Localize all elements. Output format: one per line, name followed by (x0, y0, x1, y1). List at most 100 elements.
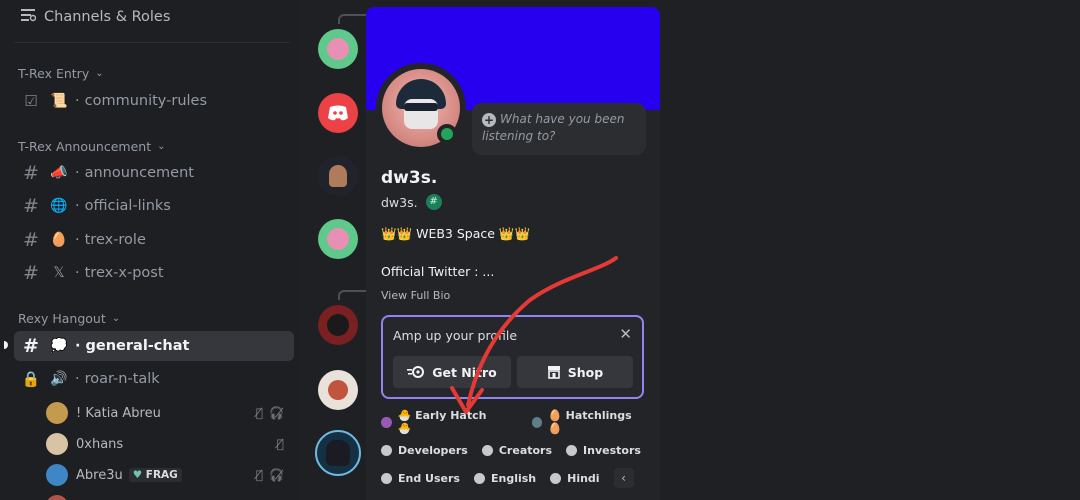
voice-status-icons: 🎙̸ (277, 437, 284, 451)
role-label: Hindi (567, 471, 600, 485)
voice-user[interactable] (46, 492, 294, 500)
voice-user[interactable]: Abre3u ♥ FRAG 🎙̸ 🎧̸ (46, 461, 294, 489)
separator-dot: · (75, 371, 80, 387)
role-pill[interactable]: Creators (481, 440, 558, 460)
nitro-upsell: Amp up your profile ✕ Get Nitro Shop (381, 315, 644, 399)
avatar[interactable] (318, 29, 358, 69)
channel-community-rules[interactable]: ☑ 📜 · community-rules (14, 86, 294, 116)
channel-name: roar-n-talk (84, 371, 160, 387)
channel-general-chat[interactable]: # 💭 · general-chat (14, 331, 294, 361)
avatar[interactable] (318, 93, 358, 133)
channel-roar-n-talk[interactable]: 🔒 🔊 · roar-n-talk (14, 364, 294, 394)
avatar[interactable] (318, 305, 358, 345)
channel-name: announcement (84, 165, 194, 181)
get-nitro-button[interactable]: Get Nitro (393, 356, 511, 388)
voice-user[interactable]: ! Katia Abreu 🎙̸ 🎧̸ (46, 399, 294, 427)
rules-channel-icon: ☑ (24, 92, 38, 110)
separator-dot: · (75, 265, 80, 281)
category-t-rex-entry[interactable]: T-Rex Entry ⌄ (18, 66, 104, 81)
hash-icon: # (23, 229, 39, 251)
role-color-dot (481, 444, 493, 456)
chevron-down-icon: ⌄ (111, 313, 121, 324)
unread-indicator (4, 341, 8, 349)
avatar[interactable] (315, 430, 361, 476)
separator-dot: · (75, 338, 81, 354)
channel-emoji: 📜 (50, 93, 68, 109)
hash-icon: # (23, 262, 39, 284)
role-color-dot (550, 472, 562, 484)
role-pill[interactable]: Investors (566, 440, 647, 460)
voice-user-name: Abre3u (76, 467, 123, 483)
voice-user[interactable]: 0xhans 🎙̸ (46, 430, 294, 458)
role-label: English (490, 471, 537, 485)
clan-tag-label: FRAG (145, 469, 178, 481)
bio-text: Official Twitter : ... (381, 264, 495, 279)
hash-icon: # (23, 195, 39, 217)
view-full-bio-link[interactable]: View Full Bio (381, 289, 450, 302)
collapse-roles-icon[interactable]: ‹ (613, 468, 634, 488)
channel-emoji: 🌐 (50, 198, 68, 214)
role-color-dot (381, 444, 392, 456)
channel-name: trex-x-post (84, 265, 164, 281)
avatar (46, 433, 68, 455)
role-label: End Users (398, 471, 460, 485)
shop-icon (547, 366, 560, 379)
role-pill[interactable]: English (473, 468, 542, 488)
pig-avatar-icon (327, 38, 349, 60)
mic-muted-icon: 🎙̸ (276, 437, 284, 451)
hash-icon: # (23, 162, 39, 184)
username: dw3s. (381, 194, 418, 210)
channel-emoji: 🔊 (50, 371, 68, 387)
avatar[interactable] (318, 156, 358, 196)
voice-user-name: ! Katia Abreu (76, 405, 161, 421)
close-icon[interactable]: ✕ (619, 325, 632, 343)
hash-badge-icon[interactable]: # (425, 194, 442, 210)
role-pill[interactable]: End Users (381, 468, 466, 488)
mic-muted-icon: 🎙̸ (255, 468, 264, 482)
channel-announcement[interactable]: # 📣 · announcement (14, 158, 294, 188)
shop-button[interactable]: Shop (517, 356, 633, 388)
role-pill[interactable]: 🥚 Hatchlings 🥚 (531, 409, 651, 435)
channel-sidebar: Channels & Roles T-Rex Entry ⌄ ☑ 📜 · comm… (0, 0, 298, 500)
user-profile-popout: + What have you been listening to? dw3s. … (366, 7, 660, 500)
channel-emoji: 💭 (50, 338, 68, 354)
category-t-rex-announcement[interactable]: T-Rex Announcement ⌄ (18, 139, 166, 154)
channel-trex-role[interactable]: # 🥚 · trex-role (14, 225, 294, 255)
nitro-icon (407, 366, 425, 378)
deafened-icon: 🎧̸ (269, 468, 284, 482)
role-pill[interactable]: Developers (381, 440, 474, 460)
avatar[interactable] (318, 219, 358, 259)
role-pill[interactable]: 🐣 Early Hatch 🐣 (381, 409, 506, 435)
role-color-dot (381, 472, 392, 484)
hash-icon: # (23, 335, 39, 357)
role-row: 🐣 Early Hatch 🐣 🥚 Hatchlings 🥚 (381, 409, 651, 435)
channel-browse-icon (20, 7, 37, 27)
role-color-dot (566, 444, 578, 456)
voice-status-icons: 🎙̸ 🎧̸ (256, 406, 284, 420)
deafened-icon: 🎧̸ (269, 406, 284, 420)
avatar[interactable] (318, 370, 358, 410)
channel-official-links[interactable]: # 🌐 · official-links (14, 191, 294, 221)
role-label: Investors (583, 443, 641, 457)
listening-prompt[interactable]: + What have you been listening to? (472, 103, 646, 155)
channel-emoji: 𝕏 (53, 265, 65, 281)
chevron-down-icon: ⌄ (95, 68, 104, 79)
heart-icon: ♥ (132, 469, 143, 481)
category-rexy-hangout[interactable]: Rexy Hangout ⌄ (18, 311, 120, 326)
role-pill[interactable]: Hindi (550, 468, 605, 488)
display-name: dw3s. (381, 168, 438, 188)
avatar (46, 495, 68, 500)
channel-emoji: 📣 (50, 165, 68, 181)
role-label: Creators (498, 443, 553, 457)
role-row: End Users English Hindi ‹ (381, 468, 634, 488)
channels-roles-link[interactable]: Channels & Roles (20, 6, 170, 28)
category-label: T-Rex Entry (18, 66, 90, 81)
anime-avatar-icon (326, 440, 350, 466)
shop-label: Shop (567, 364, 604, 380)
channel-trex-x-post[interactable]: # 𝕏 · trex-x-post (14, 258, 294, 288)
mic-muted-icon: 🎙̸ (255, 406, 264, 420)
channels-roles-label: Channels & Roles (44, 9, 171, 25)
character-avatar-icon (327, 314, 349, 336)
separator-dot: · (75, 232, 80, 248)
role-color-dot (381, 416, 392, 428)
